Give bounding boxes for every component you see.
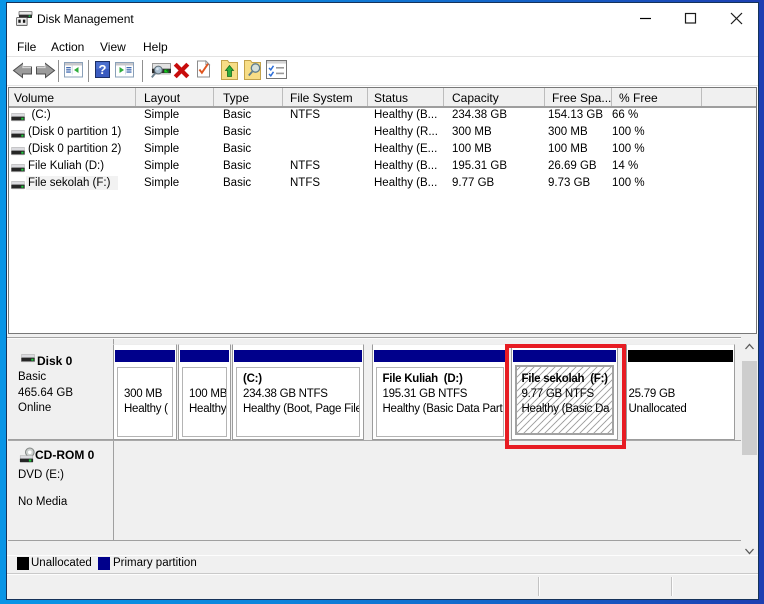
svg-text:?: ?: [99, 62, 107, 77]
